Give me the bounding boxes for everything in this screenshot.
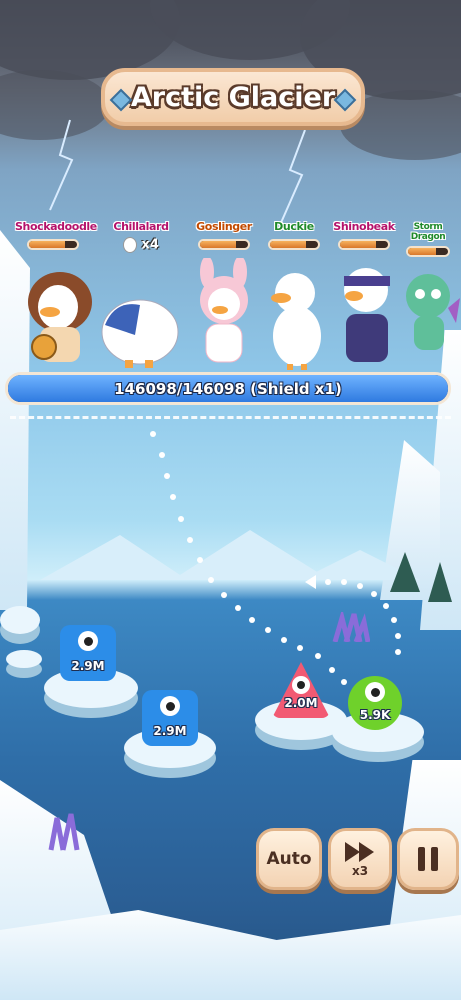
unit-hp-bar [198,239,250,250]
unit-name: Duckie [274,220,314,233]
unit-name: Chillalard [113,220,169,233]
unit-goslinger[interactable]: Goslinger [186,220,262,250]
unit-name: Goslinger [196,220,252,233]
storm-dragon-sprite [406,274,460,350]
coral-decoration [332,612,370,642]
unit-storm-dragon[interactable]: Storm Dragon [396,222,460,257]
pause-button[interactable] [397,828,459,890]
unit-chillalard[interactable]: Chillalard x4 [103,220,179,253]
egg-count: x4 [141,237,159,253]
speed-label: x3 [351,864,369,878]
level-title: Arctic Glacier [130,81,336,113]
goslinger-sprite [200,258,248,363]
unit-name: Shinobeak [333,220,395,233]
unit-shinobeak[interactable]: Shinobeak [326,220,402,250]
ice-floe [0,606,40,634]
enemy-blob[interactable]: 5.9K [348,676,402,730]
auto-button[interactable]: Auto [256,828,322,890]
boss-health-bar: 146098/146098 (Shield x1) [5,372,451,405]
ice-floe [6,650,42,668]
enemy-hp-label: 5.9K [359,708,391,722]
enemy-cube[interactable]: 2.9M [60,625,116,685]
enemy-eye [78,631,98,651]
shockadoodle-sprite [28,272,92,362]
level-title-plate: Arctic Glacier [101,68,365,126]
unit-duckie[interactable]: Duckie [256,220,332,250]
unit-hp-bar [268,239,320,250]
fast-forward-icon [345,842,374,862]
unit-shockadoodle[interactable]: Shockadoodle [15,220,97,250]
auto-label: Auto [266,849,312,869]
chillalard-sprite [101,299,179,368]
enemy-eye [292,676,310,694]
egg-icon [123,237,138,253]
boss-health-text: 146098/146098 (Shield x1) [114,380,342,398]
egg-counter: x4 [103,237,179,253]
unit-name: Storm Dragon [410,222,446,242]
unit-hp-fill [408,248,436,255]
pause-icon [418,847,438,871]
defense-line [10,416,451,419]
enemy-eye [160,696,180,716]
unit-hp-fill [340,241,376,248]
coral-decoration [48,813,80,851]
diamond-icon [109,88,133,112]
duckie-sprite [271,273,321,370]
enemy-cube[interactable]: 2.9M [142,690,198,750]
enemy-eye [365,682,385,702]
unit-name: Shockadoodle [15,220,97,233]
unit-hp-bar [338,239,390,250]
diamond-icon [333,88,357,112]
enemy-hp-label: 2.9M [71,659,105,673]
unit-hp-bar [406,246,450,257]
enemy-hp-label: 2.9M [153,724,187,738]
enemy-triangle[interactable]: 2.0M [272,662,330,720]
unit-hp-bar [27,239,79,250]
unit-hp-fill [270,241,306,248]
speed-button[interactable]: x3 [328,828,392,890]
unit-hp-fill [29,241,65,248]
shinobeak-sprite [344,268,390,362]
unit-hp-fill [200,241,236,248]
enemy-hp-label: 2.0M [284,696,318,710]
game-stage: Arctic Glacier Shockadoodle Chillalard x… [0,0,461,1000]
